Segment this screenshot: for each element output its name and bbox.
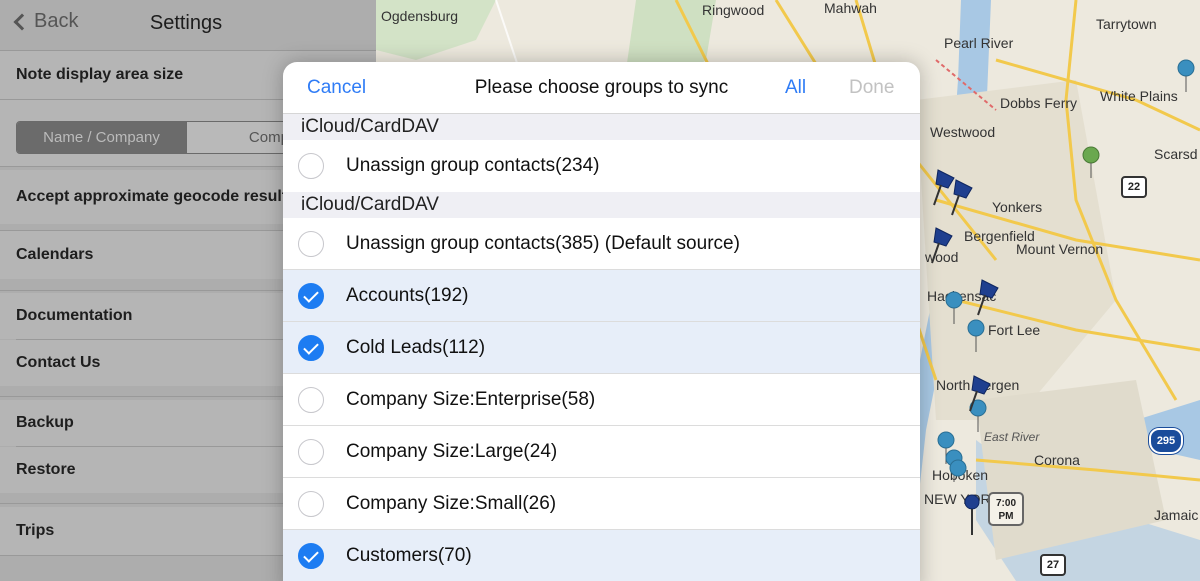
settings-nav-bar: Back Settings: [0, 0, 376, 50]
unchecked-circle-icon[interactable]: [298, 439, 324, 465]
group-label: Unassign group contacts(385) (Default so…: [346, 233, 740, 254]
calendars-label: Calendars: [16, 246, 94, 263]
documentation-label: Documentation: [16, 307, 133, 324]
group-sync-dialog: Cancel Please choose groups to sync All …: [283, 62, 920, 581]
map-label-mount-vernon: Mount Vernon: [1016, 241, 1104, 257]
map-label-wood: wood: [925, 249, 959, 265]
group-label: Company Size:Large(24): [346, 441, 558, 462]
route-shield-295: 295: [1149, 428, 1183, 454]
select-all-button[interactable]: All: [785, 77, 806, 99]
done-button[interactable]: Done: [849, 77, 894, 99]
group-label: Accounts(192): [346, 285, 469, 306]
map-label-pearl-river: Pearl River: [944, 35, 1014, 51]
unchecked-circle-icon[interactable]: [298, 153, 324, 179]
group-row[interactable]: Unassign group contacts(234): [283, 140, 920, 192]
checkmark-circle-icon[interactable]: [298, 283, 324, 309]
map-label-white-plains: White Plains: [1100, 88, 1178, 104]
unchecked-circle-icon[interactable]: [298, 491, 324, 517]
group-label: Company Size:Small(26): [346, 493, 557, 514]
group-row[interactable]: Company Size:Large(24): [283, 426, 920, 478]
map-label-north-bergen: North Bergen: [936, 377, 1020, 393]
contact-us-label: Contact Us: [16, 354, 101, 371]
trips-label: Trips: [16, 522, 55, 539]
section-header: iCloud/CardDAV: [283, 114, 920, 140]
checkmark-circle-icon[interactable]: [298, 335, 324, 361]
map-label-scarsdale: Scarsd: [1154, 146, 1198, 162]
unchecked-circle-icon[interactable]: [298, 387, 324, 413]
checkmark-circle-icon[interactable]: [298, 543, 324, 569]
group-row[interactable]: Customers(70): [283, 530, 920, 581]
time-badge-ampm: PM: [998, 511, 1014, 522]
unchecked-circle-icon[interactable]: [298, 231, 324, 257]
map-label-ogdensburg: Ogdensburg: [381, 8, 459, 24]
map-label-tarrytown: Tarrytown: [1096, 16, 1157, 32]
group-row[interactable]: Cold Leads(112): [283, 322, 920, 374]
group-label: Customers(70): [346, 545, 472, 566]
map-label-yonkers: Yonkers: [992, 199, 1043, 215]
group-label: Unassign group contacts(234): [346, 155, 600, 176]
group-label: Company Size:Enterprise(58): [346, 389, 596, 410]
dialog-header: Cancel Please choose groups to sync All …: [283, 62, 920, 114]
group-row[interactable]: Accounts(192): [283, 270, 920, 322]
group-row[interactable]: Company Size:Small(26): [283, 478, 920, 530]
time-badge-time: 7:00: [995, 498, 1016, 509]
map-label-hackensack: Hackensac: [927, 288, 997, 304]
map-label-corona: Corona: [1034, 452, 1080, 468]
map-label-east-river: East River: [984, 430, 1040, 444]
time-badge: 7:00 PM: [988, 492, 1024, 526]
map-label-ringwood: Ringwood: [702, 2, 765, 18]
map-label-mahwah: Mahwah: [824, 0, 877, 16]
segment-name-company[interactable]: Name / Company: [17, 122, 187, 153]
dialog-title: Please choose groups to sync: [474, 77, 729, 98]
map-label-dobbs-ferry: Dobbs Ferry: [1000, 95, 1078, 111]
restore-label: Restore: [16, 461, 76, 478]
backup-label: Backup: [16, 414, 74, 431]
note-display-size-label: Note display area size: [16, 66, 184, 83]
group-row[interactable]: Company Size:Enterprise(58): [283, 374, 920, 426]
page-title: Settings: [149, 12, 223, 34]
map-label-westwood: Westwood: [930, 124, 996, 140]
section-header: iCloud/CardDAV: [283, 192, 920, 218]
map-label-hoboken: Hoboken: [932, 467, 989, 483]
map-label-fort-lee: Fort Lee: [988, 322, 1041, 338]
map-label-jamaica: Jamaic: [1154, 507, 1199, 523]
geocode-label: Accept approximate geocode results: [16, 188, 297, 205]
route-shield-27: 27: [1040, 554, 1066, 576]
group-label: Cold Leads(112): [346, 337, 486, 358]
route-shield-22: 22: [1121, 176, 1147, 198]
group-row[interactable]: Unassign group contacts(385) (Default so…: [283, 218, 920, 270]
